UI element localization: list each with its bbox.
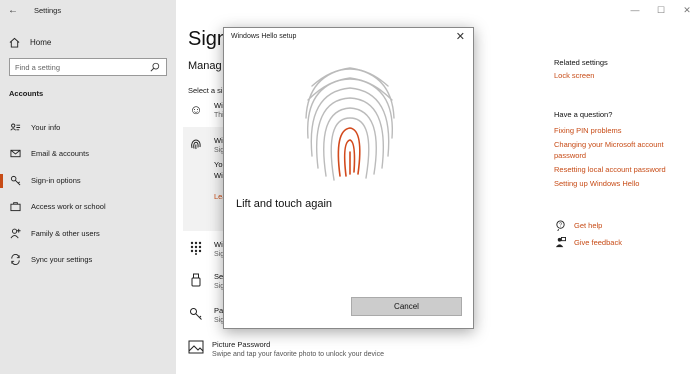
- sidebar-item-label: Email & accounts: [31, 149, 89, 159]
- sidebar-home[interactable]: Home: [8, 36, 51, 48]
- lock-screen-link[interactable]: Lock screen: [554, 70, 608, 81]
- option-pin[interactable]: Wi Sig: [188, 240, 224, 258]
- dialog-title: Windows Hello setup: [231, 33, 297, 40]
- give-feedback-label: Give feedback: [574, 237, 622, 247]
- change-password-link[interactable]: Changing your Microsoft account password: [554, 139, 684, 161]
- sidebar-item-label: Sign-in options: [31, 175, 81, 185]
- pin-icon: [188, 240, 204, 256]
- reset-password-link[interactable]: Resetting local account password: [554, 164, 684, 175]
- option-sub: Swipe and tap your favorite photo to unl…: [212, 351, 384, 358]
- option-picture-password[interactable]: Picture Password Swipe and tap your favo…: [188, 340, 384, 358]
- usb-key-icon: [188, 272, 204, 288]
- windows-hello-dialog: Windows Hello setup ✕ Lift and touch aga…: [223, 27, 474, 329]
- sidebar-item-label: Access work or school: [31, 202, 106, 212]
- dialog-close-icon[interactable]: ✕: [456, 30, 465, 43]
- back-arrow-icon[interactable]: ←: [0, 5, 26, 16]
- minimize-icon[interactable]: —: [622, 0, 648, 20]
- sidebar-item-sign-in-options[interactable]: Sign-in options: [0, 167, 176, 194]
- search-placeholder: Find a setting: [15, 62, 61, 72]
- sidebar-item-email-accounts[interactable]: Email & accounts: [0, 141, 176, 168]
- have-a-question: Have a question? Fixing PIN problems Cha…: [554, 110, 684, 189]
- fingerprint-scan-icon: [300, 56, 400, 186]
- feedback-icon: [554, 236, 566, 248]
- cancel-button[interactable]: Cancel: [351, 297, 462, 316]
- setup-hello-link[interactable]: Setting up Windows Hello: [554, 178, 684, 189]
- option-face[interactable]: ☺ Wi Thi: [188, 101, 223, 119]
- give-feedback-link[interactable]: Give feedback: [554, 236, 622, 248]
- related-settings-title: Related settings: [554, 58, 608, 67]
- sidebar-item-family-users[interactable]: Family & other users: [0, 220, 176, 247]
- maximize-icon[interactable]: ☐: [648, 0, 674, 20]
- dialog-message: Lift and touch again: [236, 198, 333, 210]
- face-icon: ☺: [189, 101, 203, 117]
- select-signin-label: Select a si: [188, 86, 223, 95]
- svg-text:?: ?: [558, 222, 561, 228]
- fingerprint-icon: [188, 136, 204, 152]
- search-input[interactable]: Find a setting: [9, 58, 167, 76]
- sync-icon: [9, 254, 21, 266]
- password-key-icon: [188, 306, 204, 322]
- title-bar: ← Settings: [0, 0, 700, 20]
- sidebar-item-access-work-school[interactable]: Access work or school: [0, 194, 176, 221]
- sidebar-item-label: Family & other users: [31, 228, 100, 238]
- fixing-pin-link[interactable]: Fixing PIN problems: [554, 125, 684, 136]
- person-card-icon: [9, 121, 21, 133]
- sidebar-item-label: Your info: [31, 122, 61, 132]
- page-subtitle: Manag: [188, 60, 222, 72]
- section-title-accounts: Accounts: [9, 89, 44, 98]
- picture-icon: [188, 340, 204, 358]
- mail-icon: [9, 148, 21, 160]
- window-controls: — ☐ ✕: [622, 0, 700, 20]
- sidebar-item-label: Sync your settings: [31, 255, 93, 265]
- get-help-label: Get help: [574, 220, 603, 230]
- briefcase-icon: [9, 201, 21, 213]
- home-label: Home: [30, 37, 52, 47]
- sidebar: Home Find a setting Accounts Your info E…: [0, 0, 176, 374]
- help-chat-icon: ?: [554, 219, 566, 231]
- sidebar-item-sync-settings[interactable]: Sync your settings: [0, 247, 176, 274]
- have-a-question-title: Have a question?: [554, 110, 613, 119]
- option-title: Picture Password: [212, 340, 271, 349]
- key-icon: [9, 174, 21, 186]
- search-icon[interactable]: [149, 61, 161, 73]
- option-security-key[interactable]: Sec Sig: [188, 272, 227, 290]
- related-settings: Related settings Lock screen: [554, 58, 608, 81]
- sidebar-item-your-info[interactable]: Your info: [0, 114, 176, 141]
- sidebar-nav: Your info Email & accounts Sign-in optio…: [0, 114, 176, 273]
- close-window-icon[interactable]: ✕: [674, 0, 700, 20]
- person-add-icon: [9, 227, 21, 239]
- window-title: Settings: [34, 5, 62, 15]
- get-help-link[interactable]: ? Get help: [554, 219, 602, 231]
- option-password[interactable]: Pas Sig: [188, 306, 227, 324]
- home-icon: [8, 36, 20, 48]
- option-fingerprint[interactable]: Wi Sig You Wi Lea: [188, 136, 227, 201]
